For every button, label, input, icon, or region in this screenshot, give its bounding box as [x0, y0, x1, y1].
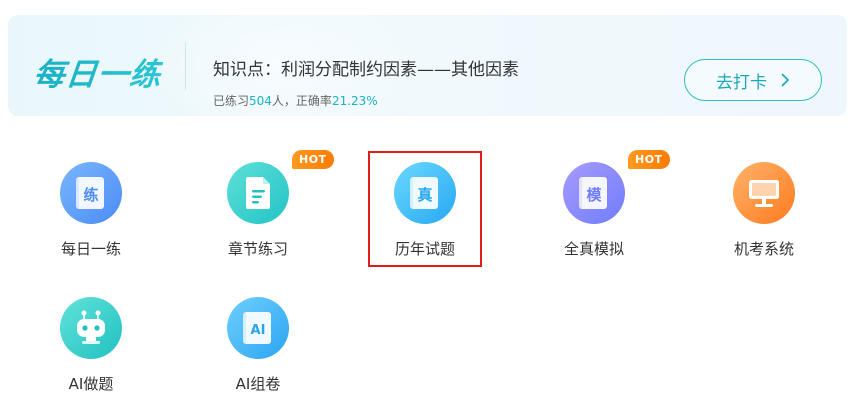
- stats-middle: 人，正确率: [271, 94, 332, 108]
- check-in-button-label: 去打卡: [716, 72, 767, 93]
- tile-label: 章节练习: [227, 240, 288, 258]
- ai-paper-glyph: AI: [251, 323, 266, 338]
- mock-exam-glyph: 模: [586, 186, 602, 204]
- tile-mock-exam[interactable]: 模 全真模拟: [533, 162, 653, 272]
- hot-badge: HOT: [292, 150, 334, 169]
- banner-divider: [185, 42, 186, 90]
- tile-computer-exam[interactable]: 机考系统: [703, 162, 823, 272]
- tile-chapter-practice[interactable]: 章节练习: [197, 162, 317, 272]
- banner-brand-title: 每日一练: [32, 49, 165, 94]
- selection-highlight: [368, 151, 482, 267]
- tile-label: AI组卷: [235, 375, 281, 393]
- daily-practice-glyph: 练: [83, 186, 98, 204]
- computer-icon: [733, 162, 795, 224]
- tile-daily-practice[interactable]: 练 每日一练: [30, 162, 150, 272]
- robot-icon: [60, 297, 122, 359]
- knowledge-point-title: 知识点：利润分配制约因素——其他因素: [213, 60, 519, 80]
- accuracy-rate: 21.23%: [331, 94, 378, 108]
- document-icon: [227, 162, 289, 224]
- tile-label: AI做题: [68, 375, 114, 393]
- page: 每日一练 知识点：利润分配制约因素——其他因素 已练习504人，正确率21.23…: [0, 0, 855, 409]
- mock-exam-icon: 模: [563, 162, 625, 224]
- stats-prefix: 已练习: [213, 94, 250, 108]
- practice-stats: 已练习504人，正确率21.23%: [213, 92, 378, 109]
- daily-practice-icon: 练: [60, 162, 122, 224]
- tile-label: 全真模拟: [563, 240, 624, 258]
- tile-label: 每日一练: [60, 240, 121, 258]
- daily-practice-banner: 每日一练 知识点：利润分配制约因素——其他因素 已练习504人，正确率21.23…: [8, 15, 847, 116]
- check-in-button[interactable]: 去打卡: [684, 59, 822, 101]
- tile-ai-paper[interactable]: AI AI组卷: [197, 297, 317, 407]
- tile-label: 机考系统: [733, 240, 794, 258]
- ai-paper-icon: AI: [227, 297, 289, 359]
- tile-ai-practice[interactable]: AI做题: [30, 297, 150, 407]
- practiced-count: 504: [249, 94, 272, 108]
- hot-badge: HOT: [628, 150, 670, 169]
- chevron-right-icon: [781, 73, 790, 87]
